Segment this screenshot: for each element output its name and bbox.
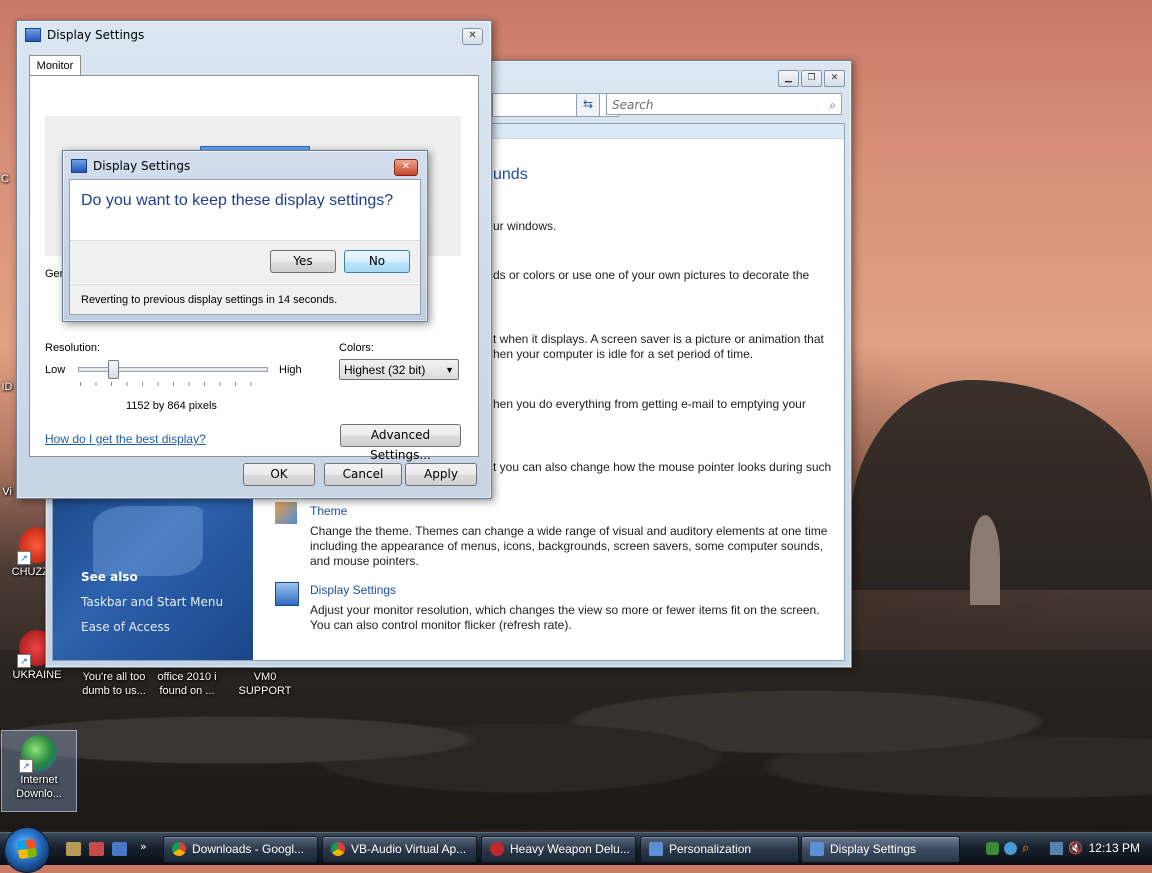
windows-flag-icon [16, 838, 38, 860]
clock[interactable]: 12:13 PM [1089, 841, 1140, 855]
shortcut-arrow-icon: ↗ [19, 759, 33, 773]
display-settings-titlebar[interactable]: Display Settings [17, 21, 491, 49]
resolution-low-label: Low [45, 364, 66, 376]
display-settings-description: You can also control monitor flicker (re… [310, 618, 572, 632]
taskbar-button-vb-audio[interactable]: VB-Audio Virtual Ap... [322, 836, 477, 863]
revert-countdown-area: Reverting to previous display settings i… [70, 284, 420, 314]
chrome-icon [172, 842, 186, 856]
quick-launch-overflow-icon[interactable]: » [140, 840, 155, 854]
keep-settings-titlebar[interactable]: Display Settings [63, 151, 427, 181]
wallpaper-arch-opening [970, 515, 1000, 605]
see-also-pane: See also Taskbar and Start Menu Ease of … [53, 498, 253, 660]
tab-monitor[interactable]: Monitor [29, 55, 81, 77]
item-description: ur windows. [493, 219, 557, 233]
quick-launch-icon[interactable] [112, 842, 127, 856]
display-settings-icon [810, 842, 824, 856]
volume-muted-icon[interactable]: 🔇 [1068, 842, 1083, 855]
item-description: t when it displays. A screen saver is a … [493, 332, 824, 346]
maximize-button[interactable]: ❐ [801, 70, 822, 87]
desktop-icon-internet-download-manager[interactable]: ↗ Internet Downlo... [1, 730, 77, 812]
window-title: Display Settings [47, 28, 145, 42]
resolution-high-label: High [279, 364, 302, 376]
ease-of-access-link[interactable]: Ease of Access [81, 620, 170, 634]
ok-button[interactable]: OK [243, 463, 315, 486]
caption-buttons: ▁ ❐ ✕ [778, 70, 845, 87]
display-settings-link[interactable]: Display Settings [310, 583, 396, 597]
taskbar-button-heavy-weapon[interactable]: Heavy Weapon Delu... [481, 836, 636, 863]
cancel-button[interactable]: Cancel [324, 463, 402, 486]
page-heading: unds [493, 166, 528, 183]
monitor-icon [71, 159, 87, 173]
colors-select[interactable]: Highest (32 bit) ▼ [339, 359, 459, 380]
theme-description: and mouse pointers. [310, 554, 419, 568]
yes-button[interactable]: Yes [270, 250, 336, 273]
theme-description: Change the theme. Themes can change a wi… [310, 524, 828, 538]
taskbar-button-downloads[interactable]: Downloads - Googl... [163, 836, 318, 863]
colors-label: Colors: [339, 342, 374, 354]
shortcut-arrow-icon: ↗ [17, 551, 31, 565]
item-description: hen your computer is idle for a set peri… [493, 347, 754, 361]
keep-settings-question: Do you want to keep these display settin… [81, 192, 394, 209]
resolution-label: Resolution: [45, 342, 101, 354]
idm-globe-icon: ↗ [19, 735, 57, 773]
item-description: t you can also change how the mouse poin… [493, 460, 832, 474]
desktop-icon-dumb[interactable]: You're all too dumb to us... [77, 670, 151, 698]
general-label-fragment: Ger [45, 268, 64, 280]
display-settings-icon [275, 582, 299, 606]
desktop-icon-vm0-support[interactable]: VM0 SUPPORT [228, 670, 302, 698]
search-icon[interactable]: ⌕ [1022, 842, 1035, 855]
revert-countdown-text: Reverting to previous display settings i… [81, 294, 338, 306]
item-description: ds or colors or use one of your own pict… [493, 268, 810, 282]
search-input[interactable]: Search ⌕ [606, 93, 842, 115]
taskbar-button-personalization[interactable]: Personalization [640, 836, 799, 863]
tray-app-icon[interactable] [1004, 842, 1017, 855]
chrome-icon [331, 842, 345, 856]
keep-settings-body: Do you want to keep these display settin… [69, 179, 421, 315]
start-button[interactable] [4, 827, 50, 873]
heavy-weapon-icon [490, 842, 504, 856]
personalization-icon [649, 842, 663, 856]
taskbar: » Downloads - Googl... VB-Audio Virtual … [0, 827, 1152, 873]
wallpaper-rock-arch [850, 380, 1152, 590]
dialog-title: Display Settings [93, 159, 191, 173]
shortcut-arrow-icon: ↗ [17, 654, 31, 668]
resolution-slider-track[interactable] [78, 367, 268, 372]
no-button[interactable]: No [344, 250, 410, 273]
theme-description: including the appearance of menus, icons… [310, 539, 823, 553]
close-button[interactable]: ✕ [462, 28, 483, 45]
taskbar-button-display-settings[interactable]: Display Settings [801, 836, 960, 863]
display-settings-description: Adjust your monitor resolution, which ch… [310, 603, 820, 617]
network-icon[interactable] [1050, 842, 1063, 855]
desktop-icon-office[interactable]: office 2010 i found on ... [150, 670, 224, 698]
resolution-slider-ticks [80, 382, 266, 386]
search-icon[interactable]: ⌕ [829, 94, 836, 116]
advanced-settings-button[interactable]: Advanced Settings... [340, 424, 461, 462]
best-display-help-link[interactable]: How do I get the best display? [45, 432, 206, 446]
see-also-heading: See also [81, 570, 138, 584]
dialog-button-row: Yes No [70, 241, 420, 283]
chevron-down-icon: ▼ [445, 365, 454, 375]
apply-button[interactable]: Apply [405, 463, 477, 486]
theme-link[interactable]: Theme [310, 504, 347, 518]
theme-icon [275, 502, 297, 524]
refresh-icon[interactable]: ⇆ [576, 93, 600, 117]
system-tray: ⌕ 🔇 12:13 PM [980, 833, 1152, 865]
close-button[interactable]: ✕ [394, 159, 418, 176]
windows-logo-watermark [93, 506, 203, 576]
quick-launch-icon[interactable] [89, 842, 104, 856]
minimize-button[interactable]: ▁ [778, 70, 799, 87]
resolution-value: 1152 by 864 pixels [126, 400, 217, 412]
quick-launch-icon[interactable] [66, 842, 81, 856]
item-description: hen you do everything from getting e-mai… [493, 397, 806, 411]
tray-app-icon[interactable] [986, 842, 999, 855]
resolution-slider-thumb[interactable] [107, 360, 119, 379]
monitor-icon [25, 28, 41, 42]
close-button[interactable]: ✕ [824, 70, 845, 87]
taskbar-start-menu-link[interactable]: Taskbar and Start Menu [81, 595, 223, 609]
keep-settings-dialog[interactable]: Display Settings ✕ Do you want to keep t… [62, 150, 428, 322]
